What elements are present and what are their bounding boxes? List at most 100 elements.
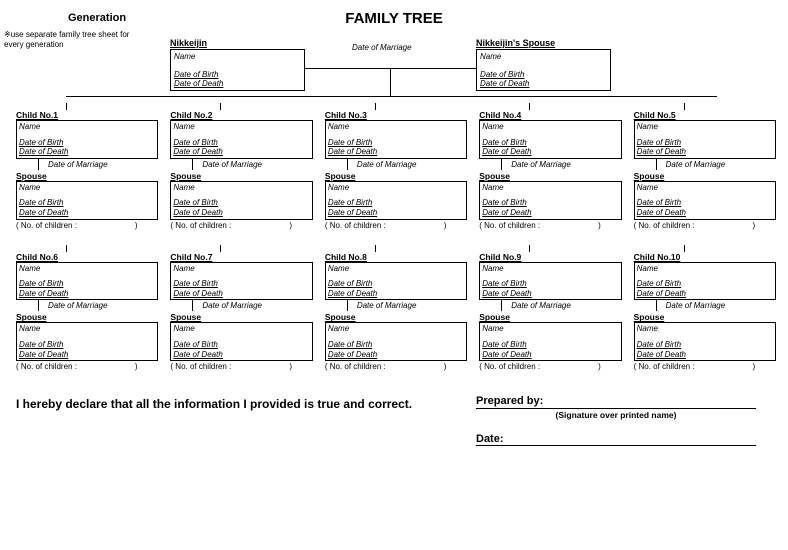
nikkeijin-title: Nikkeijin (170, 38, 305, 48)
dob-field: Date of Birth (174, 70, 301, 80)
name-field: Name (482, 264, 618, 274)
child-column-10: Child No.10 Name Date of Birth Date of D… (634, 252, 776, 372)
marriage-connector: Date of Marriage (16, 301, 158, 311)
child-title: Child No.3 (325, 110, 467, 120)
no-of-children: ( No. of children :) (170, 221, 312, 230)
dod-field: Date of Death (174, 79, 301, 89)
child-title: Child No.10 (634, 252, 776, 262)
dob-field: Date of Birth (480, 70, 607, 80)
child-box: Name Date of Birth Date of Death (325, 262, 467, 301)
name-field: Name (637, 324, 773, 334)
no-of-children: ( No. of children :) (634, 221, 776, 230)
dob-field: Date of Birth (19, 340, 155, 350)
child-title: Child No.9 (479, 252, 621, 262)
dod-field: Date of Death (328, 289, 464, 299)
child-box: Name Date of Birth Date of Death (479, 262, 621, 301)
dod-field: Date of Death (482, 350, 618, 360)
child-title: Child No.7 (170, 252, 312, 262)
child-title: Child No.4 (479, 110, 621, 120)
spouse-box: Name Date of Birth Date of Death (634, 322, 776, 361)
child-box: Name Date of Birth Date of Death (634, 120, 776, 159)
dob-field: Date of Birth (173, 340, 309, 350)
marriage-connector: Date of Marriage (16, 160, 158, 170)
dod-field: Date of Death (173, 350, 309, 360)
dob-field: Date of Birth (482, 198, 618, 208)
child-column-6: Child No.6 Name Date of Birth Date of De… (16, 252, 158, 372)
name-field: Name (637, 122, 773, 132)
dod-field: Date of Death (637, 289, 773, 299)
dod-field: Date of Death (173, 289, 309, 299)
dob-field: Date of Birth (19, 198, 155, 208)
no-of-children: ( No. of children :) (479, 362, 621, 371)
marriage-label: Date of Marriage (511, 301, 571, 310)
dob-field: Date of Birth (328, 340, 464, 350)
child-title: Child No.8 (325, 252, 467, 262)
name-field: Name (480, 52, 607, 62)
spouse-title: Nikkeijin's Spouse (476, 38, 611, 48)
child-column-4: Child No.4 Name Date of Birth Date of De… (479, 110, 621, 230)
marriage-connector: Date of Marriage (634, 160, 776, 170)
dod-field: Date of Death (173, 147, 309, 157)
name-field: Name (637, 264, 773, 274)
spouse-box: Name Date of Birth Date of Death (170, 322, 312, 361)
name-field: Name (482, 324, 618, 334)
dob-field: Date of Birth (637, 340, 773, 350)
spouse-box: Name Date of Birth Date of Death (325, 181, 467, 220)
dob-field: Date of Birth (482, 279, 618, 289)
no-of-children: ( No. of children :) (479, 221, 621, 230)
name-field: Name (173, 122, 309, 132)
signature-note: (Signature over printed name) (476, 410, 756, 420)
spouse-heading: Spouse (325, 171, 467, 181)
child-box: Name Date of Birth Date of Death (325, 120, 467, 159)
marriage-label: Date of Marriage (511, 160, 571, 169)
dod-field: Date of Death (637, 147, 773, 157)
name-field: Name (637, 183, 773, 193)
child-column-7: Child No.7 Name Date of Birth Date of De… (170, 252, 312, 372)
dob-field: Date of Birth (637, 198, 773, 208)
dod-field: Date of Death (480, 79, 607, 89)
date-line: Date: (476, 430, 756, 446)
name-field: Name (19, 264, 155, 274)
no-of-children: ( No. of children :) (325, 362, 467, 371)
dob-field: Date of Birth (328, 198, 464, 208)
spouse-box: Nikkeijin's Spouse Name Date of Birth Da… (476, 38, 611, 91)
child-box: Name Date of Birth Date of Death (634, 262, 776, 301)
marriage-label: Date of Marriage (48, 301, 108, 310)
spouse-box: Name Date of Birth Date of Death (479, 322, 621, 361)
child-column-3: Child No.3 Name Date of Birth Date of De… (325, 110, 467, 230)
dob-field: Date of Birth (637, 279, 773, 289)
dob-field: Date of Birth (19, 138, 155, 148)
marriage-label: Date of Marriage (202, 301, 262, 310)
child-box: Name Date of Birth Date of Death (16, 262, 158, 301)
dob-field: Date of Birth (173, 198, 309, 208)
child-column-9: Child No.9 Name Date of Birth Date of De… (479, 252, 621, 372)
marriage-connector: Date of Marriage (325, 301, 467, 311)
spouse-heading: Spouse (479, 171, 621, 181)
name-field: Name (174, 52, 301, 62)
spouse-heading: Spouse (325, 312, 467, 322)
marriage-connector: Date of Marriage (170, 301, 312, 311)
footer: I hereby declare that all the informatio… (12, 389, 776, 469)
child-column-8: Child No.8 Name Date of Birth Date of De… (325, 252, 467, 372)
dod-field: Date of Death (19, 208, 155, 218)
child-box: Name Date of Birth Date of Death (16, 120, 158, 159)
dod-field: Date of Death (328, 147, 464, 157)
dob-field: Date of Birth (19, 279, 155, 289)
dod-field: Date of Death (328, 208, 464, 218)
spouse-box: Name Date of Birth Date of Death (325, 322, 467, 361)
no-of-children: ( No. of children :) (170, 362, 312, 371)
dob-field: Date of Birth (173, 279, 309, 289)
child-column-1: Child No.1 Name Date of Birth Date of De… (16, 110, 158, 230)
marriage-label: Date of Marriage (48, 160, 108, 169)
spouse-heading: Spouse (170, 312, 312, 322)
no-of-children: ( No. of children :) (16, 221, 158, 230)
marriage-connector: Date of Marriage (634, 301, 776, 311)
spouse-heading: Spouse (16, 312, 158, 322)
dod-field: Date of Death (482, 147, 618, 157)
page-title: FAMILY TREE (12, 10, 776, 27)
marriage-connector: Date of Marriage (479, 301, 621, 311)
dob-field: Date of Birth (637, 138, 773, 148)
dod-field: Date of Death (173, 208, 309, 218)
marriage-date-label: Date of Marriage (352, 43, 412, 52)
marriage-connector: Date of Marriage (170, 160, 312, 170)
